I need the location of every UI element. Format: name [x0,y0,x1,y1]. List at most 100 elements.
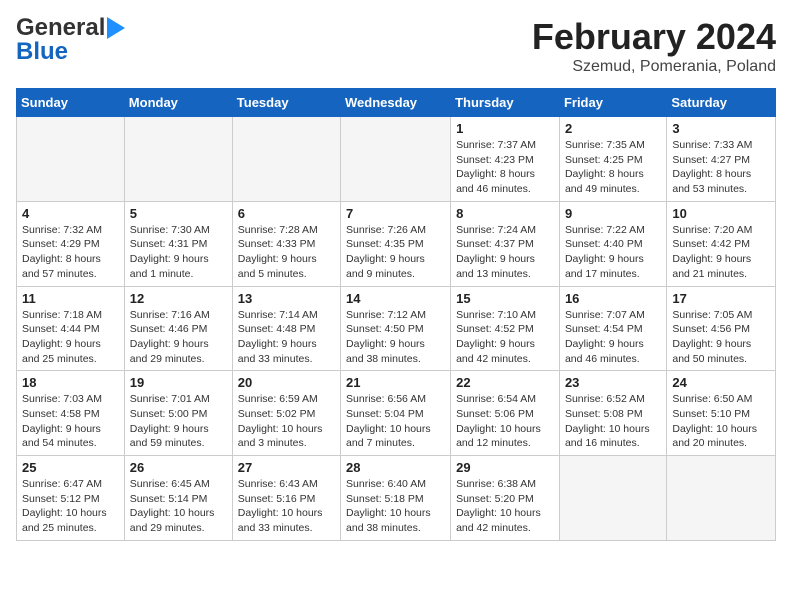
calendar-cell: 22 Sunrise: 6:54 AMSunset: 5:06 PMDayligh… [451,371,560,456]
day-info: Sunrise: 7:35 AMSunset: 4:25 PMDaylight:… [565,138,661,197]
day-info: Sunrise: 7:28 AMSunset: 4:33 PMDaylight:… [238,223,335,282]
calendar-cell [124,117,232,202]
day-header-thursday: Thursday [451,89,560,117]
day-number: 16 [565,291,661,306]
day-info: Sunrise: 6:59 AMSunset: 5:02 PMDaylight:… [238,392,335,451]
day-number: 23 [565,375,661,390]
day-number: 17 [672,291,770,306]
day-number: 24 [672,375,770,390]
day-info: Sunrise: 6:43 AMSunset: 5:16 PMDaylight:… [238,477,335,536]
calendar-cell: 13Sunrise: 7:14 AMSunset: 4:48 PMDayligh… [232,286,340,371]
calendar-cell: 7 Sunrise: 7:26 AMSunset: 4:35 PMDaylight… [341,201,451,286]
day-info: Sunrise: 7:12 AMSunset: 4:50 PMDaylight:… [346,308,445,367]
day-info: Sunrise: 7:20 AMSunset: 4:42 PMDaylight:… [672,223,770,282]
calendar-cell: 10 Sunrise: 7:20 AMSunset: 4:42 PMDayligh… [667,201,776,286]
day-number: 6 [238,206,335,221]
day-number: 10 [672,206,770,221]
day-header-tuesday: Tuesday [232,89,340,117]
calendar-cell: 28 Sunrise: 6:40 AMSunset: 5:18 PMDayligh… [341,456,451,541]
calendar-cell: 1 Sunrise: 7:37 AMSunset: 4:23 PMDaylight… [451,117,560,202]
calendar-cell: 20 Sunrise: 6:59 AMSunset: 5:02 PMDayligh… [232,371,340,456]
day-info: Sunrise: 7:22 AMSunset: 4:40 PMDaylight:… [565,223,661,282]
calendar-cell: 19 Sunrise: 7:01 AMSunset: 5:00 PMDayligh… [124,371,232,456]
calendar-cell: 11 Sunrise: 7:18 AMSunset: 4:44 PMDayligh… [17,286,125,371]
calendar-cell: 6 Sunrise: 7:28 AMSunset: 4:33 PMDaylight… [232,201,340,286]
day-header-monday: Monday [124,89,232,117]
day-number: 27 [238,460,335,475]
calendar-cell: 27 Sunrise: 6:43 AMSunset: 5:16 PMDayligh… [232,456,340,541]
calendar-cell: 18 Sunrise: 7:03 AMSunset: 4:58 PMDayligh… [17,371,125,456]
day-number: 4 [22,206,119,221]
day-number: 12 [130,291,227,306]
day-number: 9 [565,206,661,221]
day-info: Sunrise: 7:05 AMSunset: 4:56 PMDaylight:… [672,308,770,367]
calendar-cell: 29 Sunrise: 6:38 AMSunset: 5:20 PMDayligh… [451,456,560,541]
day-info: Sunrise: 7:18 AMSunset: 4:44 PMDaylight:… [22,308,119,367]
day-info: Sunrise: 6:54 AMSunset: 5:06 PMDaylight:… [456,392,554,451]
calendar-cell: 15Sunrise: 7:10 AMSunset: 4:52 PMDayligh… [451,286,560,371]
day-info: Sunrise: 7:30 AMSunset: 4:31 PMDaylight:… [130,223,227,282]
day-number: 1 [456,121,554,136]
day-header-friday: Friday [559,89,666,117]
calendar-cell: 17 Sunrise: 7:05 AMSunset: 4:56 PMDayligh… [667,286,776,371]
day-info: Sunrise: 7:03 AMSunset: 4:58 PMDaylight:… [22,392,119,451]
logo-blue-text: Blue [16,40,125,64]
location-subtitle: Szemud, Pomerania, Poland [532,58,776,76]
day-number: 25 [22,460,119,475]
day-info: Sunrise: 6:40 AMSunset: 5:18 PMDaylight:… [346,477,445,536]
day-header-sunday: Sunday [17,89,125,117]
calendar-cell [559,456,666,541]
day-info: Sunrise: 6:50 AMSunset: 5:10 PMDaylight:… [672,392,770,451]
day-number: 21 [346,375,445,390]
day-info: Sunrise: 7:32 AMSunset: 4:29 PMDaylight:… [22,223,119,282]
day-info: Sunrise: 7:26 AMSunset: 4:35 PMDaylight:… [346,223,445,282]
calendar-table: SundayMondayTuesdayWednesdayThursdayFrid… [16,88,776,541]
calendar-cell: 25 Sunrise: 6:47 AMSunset: 5:12 PMDayligh… [17,456,125,541]
logo: General Blue [16,16,125,64]
day-number: 3 [672,121,770,136]
day-number: 18 [22,375,119,390]
day-info: Sunrise: 7:37 AMSunset: 4:23 PMDaylight:… [456,138,554,197]
day-info: Sunrise: 6:47 AMSunset: 5:12 PMDaylight:… [22,477,119,536]
calendar-body: 1 Sunrise: 7:37 AMSunset: 4:23 PMDaylight… [17,117,776,541]
logo-arrow-icon [107,17,125,39]
day-info: Sunrise: 7:14 AMSunset: 4:48 PMDaylight:… [238,308,335,367]
day-number: 7 [346,206,445,221]
day-number: 11 [22,291,119,306]
day-info: Sunrise: 6:56 AMSunset: 5:04 PMDaylight:… [346,392,445,451]
logo-general-text: General [16,16,105,40]
day-info: Sunrise: 7:33 AMSunset: 4:27 PMDaylight:… [672,138,770,197]
day-info: Sunrise: 6:52 AMSunset: 5:08 PMDaylight:… [565,392,661,451]
day-info: Sunrise: 6:45 AMSunset: 5:14 PMDaylight:… [130,477,227,536]
week-row-5: 25 Sunrise: 6:47 AMSunset: 5:12 PMDayligh… [17,456,776,541]
calendar-cell: 8 Sunrise: 7:24 AMSunset: 4:37 PMDaylight… [451,201,560,286]
calendar-cell [232,117,340,202]
calendar-cell [17,117,125,202]
week-row-2: 4 Sunrise: 7:32 AMSunset: 4:29 PMDaylight… [17,201,776,286]
calendar-cell: 23 Sunrise: 6:52 AMSunset: 5:08 PMDayligh… [559,371,666,456]
calendar-cell: 16Sunrise: 7:07 AMSunset: 4:54 PMDayligh… [559,286,666,371]
month-title: February 2024 [532,16,776,58]
day-headers-row: SundayMondayTuesdayWednesdayThursdayFrid… [17,89,776,117]
calendar-cell: 9 Sunrise: 7:22 AMSunset: 4:40 PMDaylight… [559,201,666,286]
day-number: 28 [346,460,445,475]
week-row-3: 11 Sunrise: 7:18 AMSunset: 4:44 PMDayligh… [17,286,776,371]
calendar-cell: 24 Sunrise: 6:50 AMSunset: 5:10 PMDayligh… [667,371,776,456]
day-number: 20 [238,375,335,390]
day-info: Sunrise: 6:38 AMSunset: 5:20 PMDaylight:… [456,477,554,536]
calendar-cell: 12Sunrise: 7:16 AMSunset: 4:46 PMDayligh… [124,286,232,371]
day-info: Sunrise: 7:24 AMSunset: 4:37 PMDaylight:… [456,223,554,282]
header: General Blue February 2024 Szemud, Pomer… [16,16,776,76]
day-info: Sunrise: 7:10 AMSunset: 4:52 PMDaylight:… [456,308,554,367]
day-info: Sunrise: 7:01 AMSunset: 5:00 PMDaylight:… [130,392,227,451]
calendar-cell [667,456,776,541]
day-number: 22 [456,375,554,390]
calendar-cell: 3 Sunrise: 7:33 AMSunset: 4:27 PMDaylight… [667,117,776,202]
day-number: 2 [565,121,661,136]
day-number: 8 [456,206,554,221]
day-number: 26 [130,460,227,475]
calendar-cell: 4 Sunrise: 7:32 AMSunset: 4:29 PMDaylight… [17,201,125,286]
day-number: 29 [456,460,554,475]
week-row-1: 1 Sunrise: 7:37 AMSunset: 4:23 PMDaylight… [17,117,776,202]
day-number: 19 [130,375,227,390]
